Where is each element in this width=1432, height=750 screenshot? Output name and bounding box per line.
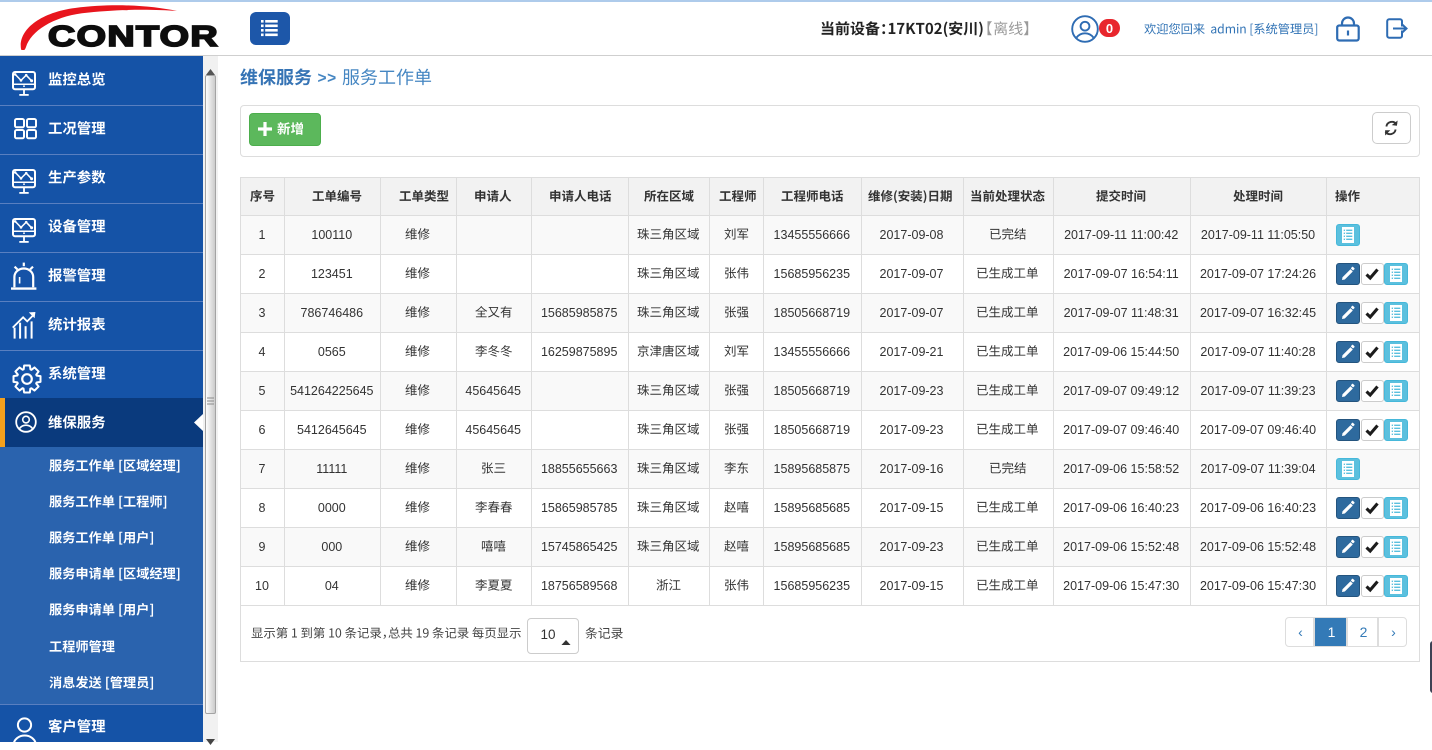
svg-text:CONTOR: CONTOR [48, 21, 219, 50]
